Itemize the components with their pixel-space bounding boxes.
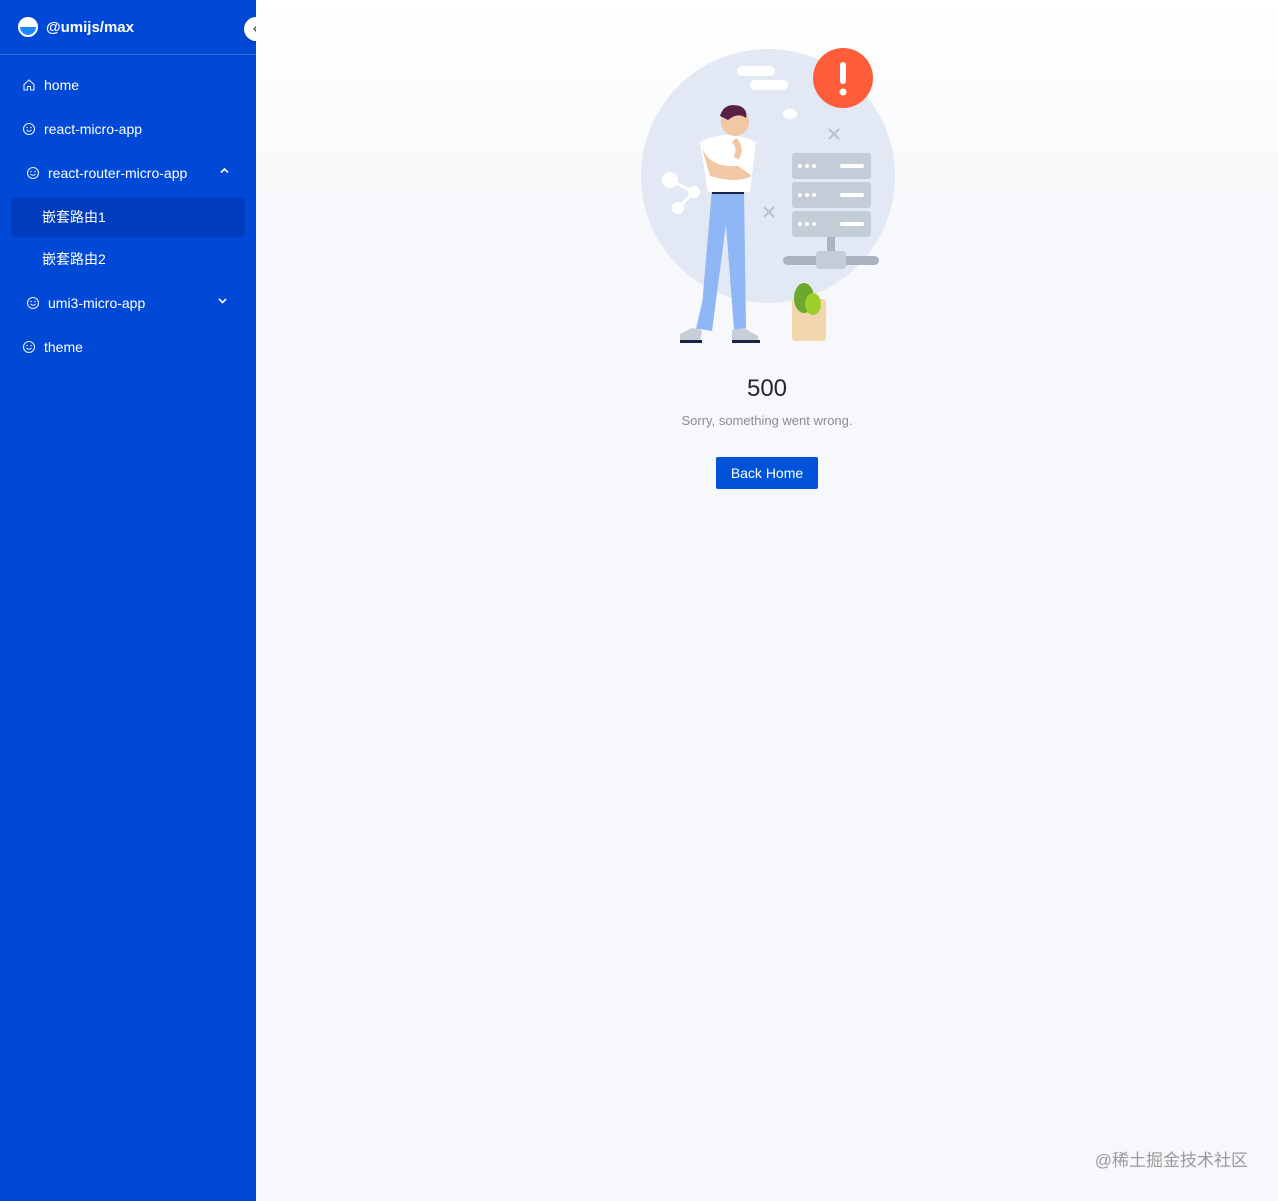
- menu-item-label: theme: [44, 339, 83, 355]
- submenu-item-nested-route-1[interactable]: 嵌套路由1: [11, 197, 245, 237]
- watermark: @稀土掘金技术社区: [1094, 1151, 1248, 1170]
- submenu-item-nested-route-2[interactable]: 嵌套路由2: [11, 239, 245, 279]
- brand-header[interactable]: @umijs/max: [0, 0, 268, 55]
- result-actions: Back Home: [256, 457, 1278, 489]
- submenu-item-label: 嵌套路由2: [42, 251, 106, 267]
- smile-icon: [22, 340, 36, 354]
- main-content: 500 Sorry, something went wrong. Back Ho…: [256, 0, 1278, 1201]
- menu-item-label: home: [44, 77, 80, 93]
- menu-item-label: react-micro-app: [44, 121, 143, 137]
- side-menu: home react-micro-app react-router-micro-…: [0, 63, 256, 369]
- back-home-button[interactable]: Back Home: [716, 457, 818, 489]
- menu-item-home[interactable]: home: [0, 63, 256, 107]
- chevron-down-icon: [217, 295, 228, 309]
- menu-item-react-micro-app[interactable]: react-micro-app: [0, 107, 256, 151]
- sidebar: @umijs/max home react-micro-app react-ro…: [0, 0, 268, 1201]
- exclamation-alert-icon: [813, 48, 873, 108]
- brand-title: @umijs/max: [46, 18, 134, 36]
- menu-item-label: react-router-micro-app: [48, 165, 188, 181]
- menu-item-label: umi3-micro-app: [48, 295, 146, 311]
- umi-logo-icon: [18, 17, 38, 37]
- submenu-item-label: 嵌套路由1: [42, 209, 106, 225]
- chevron-up-icon: [219, 165, 230, 179]
- menu-item-react-router-micro-app[interactable]: react-router-micro-app: [0, 151, 256, 195]
- smile-icon: [22, 122, 36, 136]
- menu-item-theme[interactable]: theme: [0, 325, 256, 369]
- error-message: Sorry, something went wrong.: [681, 413, 853, 428]
- server-error-illustration: [641, 48, 895, 343]
- status-code: 500: [746, 375, 788, 402]
- smile-icon: [26, 166, 40, 180]
- menu-item-umi3-micro-app[interactable]: umi3-micro-app: [0, 281, 256, 325]
- smile-icon: [26, 296, 40, 310]
- home-icon: [22, 78, 36, 92]
